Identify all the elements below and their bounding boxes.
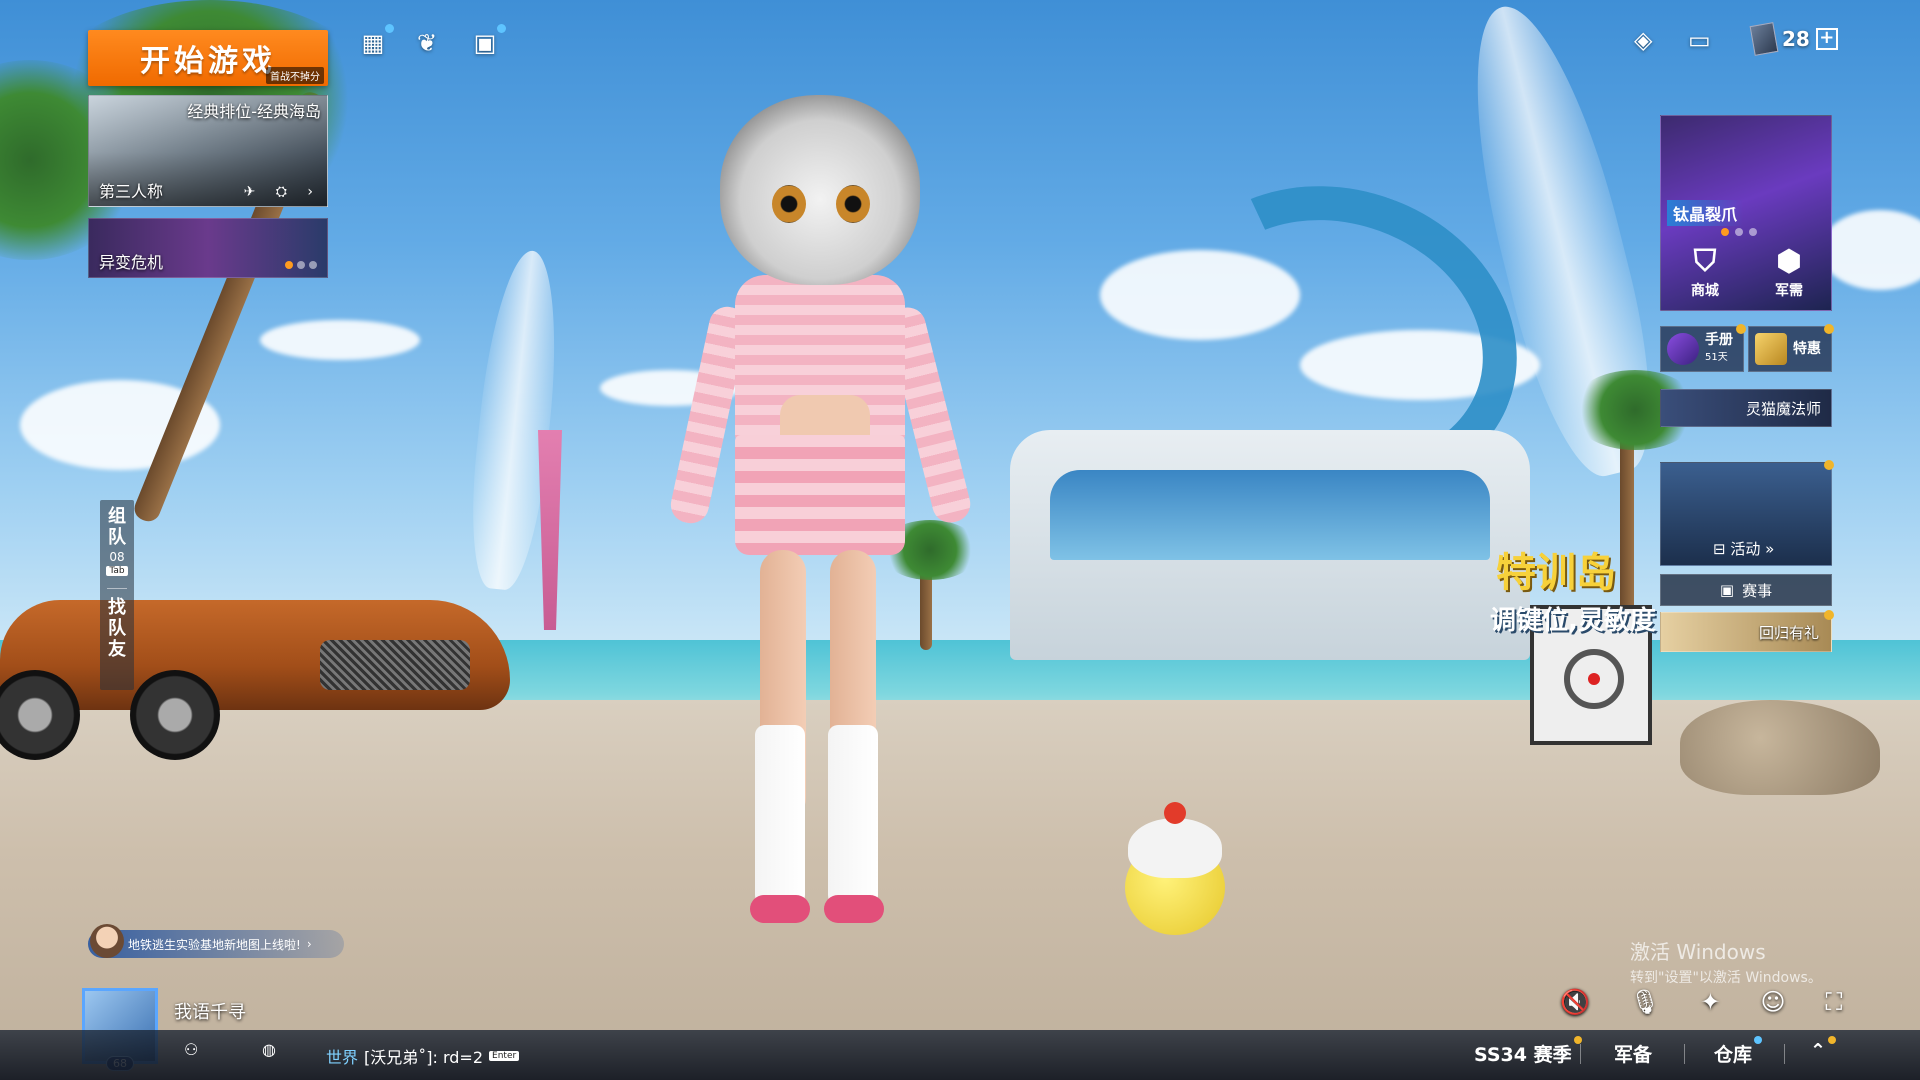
armory-button[interactable]: 军备	[1614, 1040, 1652, 1067]
return-gift-card[interactable]: 回归有礼	[1660, 610, 1834, 652]
notification-dot	[1754, 1036, 1763, 1044]
divider	[107, 588, 127, 589]
notification-flag	[1573, 1036, 1582, 1044]
diamond-icon[interactable]: ◈	[1634, 26, 1652, 54]
watermark-line-1: 激活 Windows	[1630, 940, 1766, 964]
shop-label: 商城	[1691, 283, 1719, 299]
task-icon[interactable]: ▣	[468, 24, 506, 60]
news-ticker[interactable]: 地铁逃生实验基地新地图上线啦! ›	[88, 924, 344, 958]
gift-icon	[1755, 333, 1787, 365]
divider	[1784, 1044, 1785, 1064]
mode-select-card[interactable]: 经典排位-经典海岛 第三人称 ✈ ⛭ ›	[88, 95, 328, 207]
team-side-tab[interactable]: 组 队 08 Tab 找 队 友	[100, 500, 134, 690]
armory-label: 军备	[1614, 1044, 1653, 1066]
activity-card[interactable]: ⊟ 活动 »	[1660, 460, 1834, 566]
warehouse-label: 仓库	[1714, 1044, 1753, 1066]
find-tab-char-2: 队	[108, 618, 126, 639]
events-label: 赛事	[1742, 581, 1773, 600]
featured-skin-name: 钛晶裂爪	[1667, 200, 1744, 226]
event-mode-card[interactable]: 异变危机	[88, 218, 328, 278]
season-button[interactable]: SS34 赛季	[1474, 1036, 1582, 1067]
ticket-icon[interactable]: ▭	[1688, 26, 1711, 54]
chevron-up-icon: ⌃	[1810, 1040, 1826, 1062]
start-game-sublabel: 首战不掉分	[266, 67, 324, 84]
start-game-button[interactable]: 开始游戏 首战不掉分	[88, 30, 328, 86]
chevron-right-icon: ›	[306, 937, 312, 951]
spirit-cat-mage-banner[interactable]: 灵猫魔法师	[1660, 389, 1832, 427]
wings-icon[interactable]: ❦	[410, 26, 444, 60]
activity-label: ⊟ 活动 »	[1713, 540, 1775, 558]
team-count: 08	[109, 550, 125, 564]
armory-supply-button[interactable]: ⬢ 军需	[1749, 244, 1829, 300]
watermark-line-2: 转到"设置"以激活 Windows。	[1630, 970, 1822, 986]
player-name: 我语千寻	[174, 1002, 246, 1023]
notification-flag	[1824, 324, 1834, 334]
fullscreen-icon[interactable]: ⛶	[1826, 988, 1843, 1016]
start-game-label: 开始游戏	[140, 44, 276, 79]
chat-message: [沃兄弟˚]: rd=2	[364, 1048, 484, 1067]
armory-supply-label: 军需	[1775, 283, 1803, 299]
team-tab-char-2: 队	[108, 527, 126, 548]
perspective-label: 第三人称	[99, 182, 164, 201]
enter-hotkey: Enter	[489, 1051, 520, 1061]
special-offer-card[interactable]: 特惠	[1748, 324, 1834, 372]
season-label: SS34 赛季	[1474, 1044, 1572, 1066]
chat-line[interactable]: 世界 [沃兄弟˚]: rd=2 Enter	[326, 1044, 520, 1068]
return-gift-label: 回归有礼	[1758, 623, 1819, 642]
shop-bag-icon: ⛉	[1693, 244, 1717, 279]
tv-icon: ▣	[1719, 581, 1735, 599]
friends-icon[interactable]: ⚇	[184, 1040, 198, 1059]
notification-flag	[1824, 460, 1834, 470]
banner-label: 灵猫魔法师	[1745, 399, 1821, 418]
card-currency-icon	[1749, 22, 1779, 56]
news-text: 地铁逃生实验基地新地图上线啦!	[128, 937, 301, 952]
speaker-mute-icon[interactable]: 🔇	[1560, 988, 1590, 1016]
warehouse-button[interactable]: 仓库	[1714, 1036, 1763, 1067]
chat-channel: 世界	[326, 1048, 359, 1067]
divider	[1580, 1044, 1581, 1064]
mode-title: 经典排位-经典海岛	[187, 102, 321, 121]
promo-carousel-dots	[1721, 228, 1757, 236]
emote-icon[interactable]: ☺	[1760, 988, 1785, 1016]
notification-flag	[1824, 610, 1834, 620]
notification-flag	[1827, 1036, 1836, 1044]
handbook-days: 51天	[1705, 352, 1728, 363]
supply-box-icon: ⬢	[1775, 244, 1803, 279]
divider	[1684, 1044, 1685, 1064]
special-offer-label: 特惠	[1793, 341, 1821, 357]
team-hotkey: Tab	[106, 566, 128, 576]
team-tab-char-1: 组	[108, 506, 126, 527]
magic-wand-icon[interactable]: ✦	[1700, 988, 1720, 1016]
handbook-label: 手册	[1705, 332, 1733, 348]
find-tab-char-1: 找	[108, 597, 126, 618]
find-tab-char-3: 友	[108, 639, 126, 660]
add-currency-button[interactable]: +	[1815, 28, 1838, 50]
mode-option-icons: ✈ ⛭ ›	[243, 184, 321, 200]
carousel-dots	[285, 261, 317, 269]
microphone-icon[interactable]: 🎙	[1630, 988, 1660, 1016]
currency-display: 28 +	[1749, 22, 1838, 56]
windows-activation-watermark: 激活 Windows 转到"设置"以激活 Windows。	[1630, 936, 1822, 987]
handbook-icon	[1667, 333, 1699, 365]
expand-menu-button[interactable]: ⌃	[1810, 1036, 1836, 1062]
featured-skin-promo[interactable]: 钛晶裂爪 ⛉ 商城 ⬢ 军需	[1660, 115, 1832, 311]
notification-flag	[1736, 324, 1746, 334]
voice-chat-icon[interactable]: ◍	[262, 1040, 276, 1059]
announcer-avatar	[90, 924, 124, 958]
hud: 开始游戏 首战不掉分 经典排位-经典海岛 第三人称 ✈ ⛭ › 异变危机 ▦ ❦…	[0, 0, 1920, 1080]
event-mode-label: 异变危机	[99, 253, 164, 272]
quick-toolbar: 🔇 🎙 ✦ ☺ ⛶	[1560, 988, 1842, 1016]
events-button[interactable]: ▣ 赛事	[1660, 574, 1832, 606]
grid-icon[interactable]: ▦	[356, 24, 394, 60]
handbook-card[interactable]: 手册 51天	[1660, 324, 1746, 372]
shop-button[interactable]: ⛉ 商城	[1665, 244, 1745, 300]
currency-count: 28	[1782, 27, 1810, 51]
